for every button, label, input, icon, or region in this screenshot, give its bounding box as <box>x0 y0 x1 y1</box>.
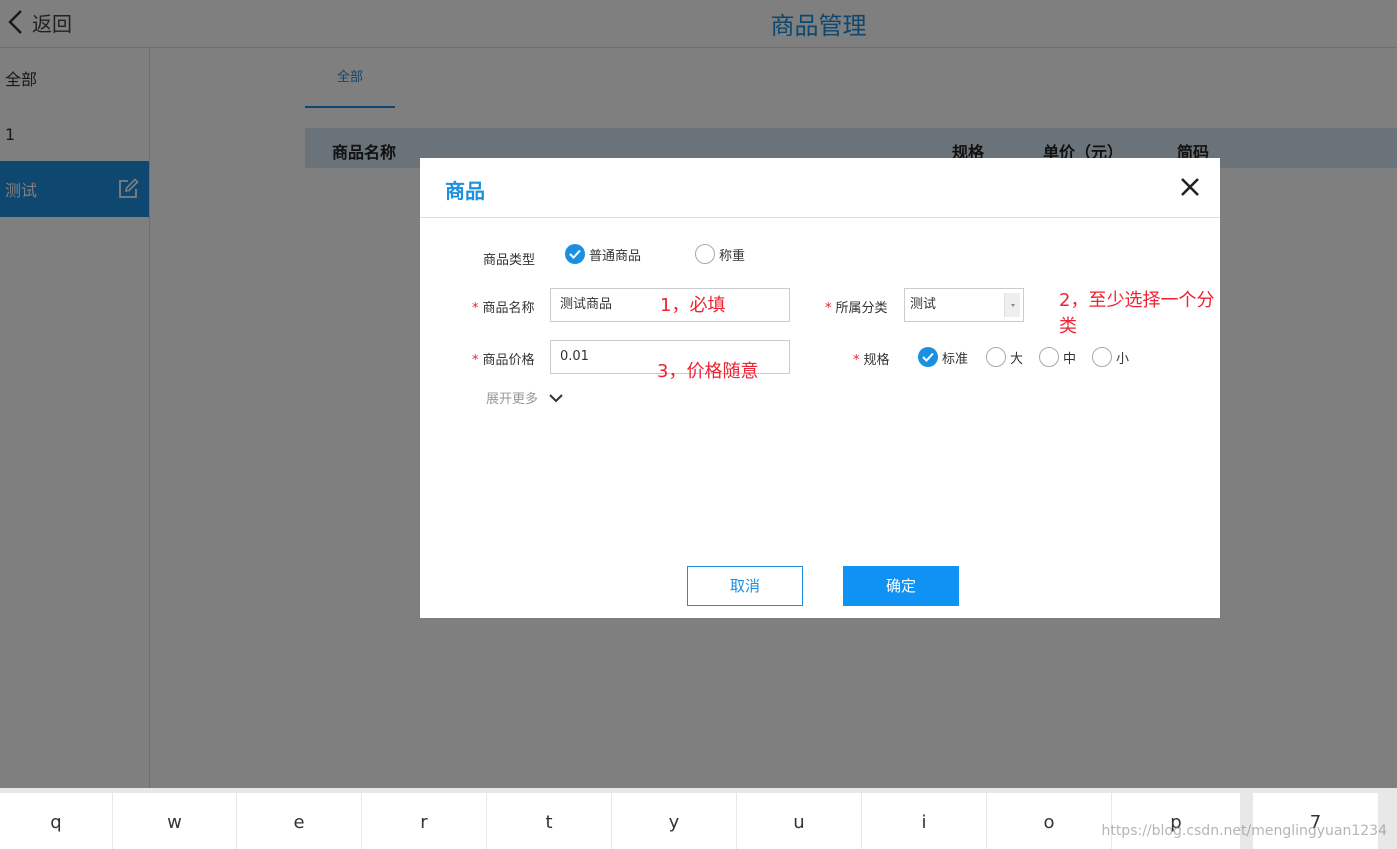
category-label: * 所属分类 <box>825 297 888 316</box>
required-mark: * <box>853 353 860 368</box>
spec-option-medium[interactable]: 中 <box>1039 347 1076 367</box>
category-select-value: 测试 <box>910 297 937 312</box>
annotation-category: 2，至少选择一个分类 <box>1059 290 1215 337</box>
close-icon[interactable] <box>1178 175 1202 199</box>
key-i[interactable]: i <box>862 793 986 849</box>
type-option-label: 称重 <box>719 248 746 264</box>
required-mark: * <box>472 353 479 368</box>
type-option-normal[interactable]: 普通商品 <box>565 244 641 264</box>
spec-label-text: 规格 <box>863 353 890 368</box>
product-name-label-text: 商品名称 <box>482 301 535 316</box>
radio-icon <box>1092 347 1112 367</box>
type-option-label: 普通商品 <box>589 248 642 264</box>
checked-radio-icon <box>918 347 938 367</box>
key-p[interactable]: p <box>1112 793 1240 849</box>
dialog-header: 商品 <box>420 158 1220 218</box>
key-y[interactable]: y <box>612 793 736 849</box>
confirm-button[interactable]: 确定 <box>843 566 959 606</box>
on-screen-keyboard: q w e r t y u i o p 7 <box>0 788 1397 849</box>
type-option-weighed[interactable]: 称重 <box>695 244 745 264</box>
key-r[interactable]: r <box>362 793 486 849</box>
spec-label: * 规格 <box>853 349 890 368</box>
key-e[interactable]: e <box>237 793 361 849</box>
radio-icon <box>1039 347 1059 367</box>
price-label-text: 商品价格 <box>482 353 535 368</box>
spec-option-standard[interactable]: 标准 <box>918 347 968 367</box>
spec-option-large[interactable]: 大 <box>986 347 1023 367</box>
spec-option-small[interactable]: 小 <box>1092 347 1129 367</box>
category-label-text: 所属分类 <box>835 301 888 316</box>
category-select[interactable]: 测试 <box>904 288 1024 322</box>
required-mark: * <box>472 301 479 316</box>
spec-option-label: 大 <box>1010 351 1024 367</box>
checked-radio-icon <box>565 244 585 264</box>
watermark: https://blog.csdn.net/menglingyuan1234 <box>1101 823 1387 839</box>
spec-option-label: 中 <box>1063 351 1077 367</box>
key-o[interactable]: o <box>987 793 1111 849</box>
annotation-price: 3，价格随意 <box>657 361 759 382</box>
expand-more-toggle[interactable]: 展开更多 <box>486 388 564 407</box>
key-7[interactable]: 7 <box>1253 793 1378 849</box>
spec-option-label: 小 <box>1116 351 1130 367</box>
required-mark: * <box>825 301 832 316</box>
product-type-label-text: 商品类型 <box>483 253 536 268</box>
product-type-label: 商品类型 <box>483 249 535 268</box>
key-w[interactable]: w <box>113 793 236 849</box>
product-dialog: 商品 商品类型 普通商品 称重 * 商品名称 测试商品 1，必填 * 所属分类 测试… <box>420 158 1220 618</box>
key-t[interactable]: t <box>487 793 611 849</box>
annotation-required: 1，必填 <box>660 295 726 316</box>
key-q[interactable]: q <box>0 793 112 849</box>
price-label: * 商品价格 <box>472 349 535 368</box>
product-name-label: * 商品名称 <box>472 297 535 316</box>
key-u[interactable]: u <box>737 793 861 849</box>
radio-icon <box>695 244 715 264</box>
spec-option-label: 标准 <box>942 351 969 367</box>
radio-icon <box>986 347 1006 367</box>
chevron-down-icon <box>549 393 563 402</box>
chevron-down-icon <box>1004 293 1020 317</box>
expand-more-label: 展开更多 <box>486 392 539 407</box>
cancel-button[interactable]: 取消 <box>687 566 803 606</box>
dialog-title: 商品 <box>445 179 485 203</box>
